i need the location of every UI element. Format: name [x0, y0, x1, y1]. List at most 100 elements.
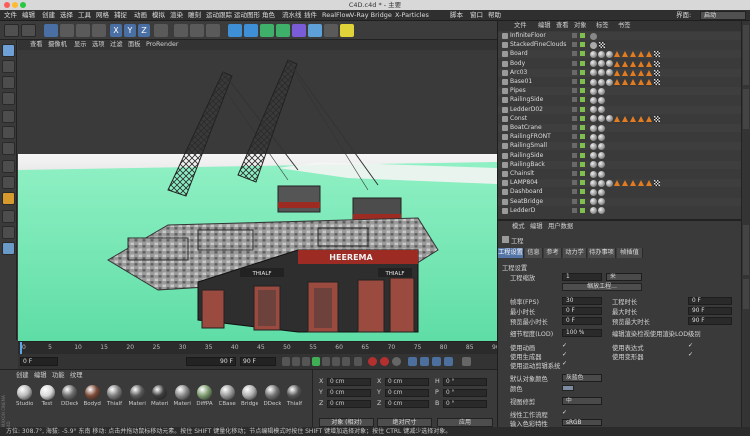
- menu-item[interactable]: X-Particles: [395, 10, 429, 21]
- visibility-toggle[interactable]: [580, 60, 585, 66]
- material-tag-icon[interactable]: [590, 60, 597, 68]
- object-menu-item[interactable]: 书签: [618, 21, 631, 31]
- layer-toggle[interactable]: [572, 143, 577, 149]
- selection-tag-icon[interactable]: [646, 51, 652, 58]
- make-editable-icon[interactable]: [2, 44, 15, 57]
- cube-object-icon[interactable]: [228, 24, 242, 37]
- play-icon[interactable]: [312, 357, 320, 366]
- material-tag-icon[interactable]: [590, 142, 597, 150]
- visibility-toggle[interactable]: [580, 125, 585, 130]
- selection-tag-icon[interactable]: [646, 79, 652, 85]
- next-frame-icon[interactable]: [322, 357, 330, 366]
- edges-mode-icon[interactable]: [2, 126, 15, 139]
- position-field[interactable]: 0 cm: [327, 378, 371, 386]
- attributes-tab[interactable]: 帧插值: [617, 248, 643, 258]
- material-tag-icon[interactable]: [590, 106, 597, 114]
- object-row[interactable]: StackedFineClouds: [498, 41, 742, 50]
- selection-tag-icon[interactable]: [614, 60, 620, 67]
- attributes-tab[interactable]: 工程设置: [498, 248, 524, 258]
- material-item[interactable]: Thialf: [106, 385, 123, 407]
- attributes-tab[interactable]: 动力学: [563, 248, 587, 258]
- object-row[interactable]: RailingBack: [498, 160, 742, 169]
- object-menu-item[interactable]: 查看: [556, 21, 569, 31]
- uvw-tag-icon[interactable]: [654, 79, 660, 85]
- material-tag-icon[interactable]: [590, 152, 597, 160]
- object-menu-item[interactable]: 编辑: [538, 21, 551, 31]
- model-mode-icon[interactable]: [2, 60, 15, 73]
- use-expressions-checkbox[interactable]: ✓: [688, 343, 694, 349]
- param-key-icon[interactable]: [444, 357, 453, 366]
- visibility-toggle[interactable]: [580, 51, 585, 57]
- material-item[interactable]: Thialf: [286, 385, 303, 407]
- selection-tag-icon[interactable]: [630, 69, 636, 76]
- selection-tag-icon[interactable]: [614, 69, 620, 76]
- material-item[interactable]: CBase: [219, 385, 236, 407]
- material-tag-icon[interactable]: [606, 115, 613, 123]
- material-tag-icon[interactable]: [590, 96, 597, 104]
- subdivision-icon[interactable]: [260, 24, 274, 37]
- visibility-toggle[interactable]: [580, 198, 585, 204]
- menu-item[interactable]: 动画: [134, 10, 147, 21]
- material-tag-icon[interactable]: [598, 69, 605, 77]
- object-menu-item[interactable]: 标签: [596, 21, 609, 31]
- viewport-menu-item[interactable]: 面板: [128, 40, 141, 50]
- viewport-menu-item[interactable]: 选项: [92, 40, 105, 50]
- selection-tag-icon[interactable]: [638, 79, 644, 85]
- rotation-field[interactable]: 0 °: [443, 389, 487, 397]
- material-item[interactable]: Test: [39, 385, 56, 407]
- material-tag-icon[interactable]: [598, 78, 605, 86]
- material-tag-icon[interactable]: [590, 50, 597, 58]
- material-tag-icon[interactable]: [598, 142, 605, 150]
- previous-frame-icon[interactable]: [302, 357, 310, 366]
- visibility-toggle[interactable]: [580, 106, 585, 112]
- selection-tag-icon[interactable]: [646, 69, 652, 76]
- material-menu-item[interactable]: 纹理: [70, 372, 83, 380]
- max-time-field[interactable]: 90 F: [688, 307, 732, 315]
- position-key-icon[interactable]: [408, 357, 417, 366]
- default-color-dropdown[interactable]: 灰蓝色: [562, 374, 602, 382]
- material-tag-icon[interactable]: [606, 179, 613, 187]
- lod-field[interactable]: 100 %: [562, 329, 602, 337]
- uvw-tag-icon[interactable]: [654, 60, 660, 67]
- material-tag-icon[interactable]: [598, 170, 605, 178]
- linear-workflow-checkbox[interactable]: ✓: [562, 410, 568, 416]
- rotation-key-icon[interactable]: [420, 357, 429, 366]
- grid-icon[interactable]: [2, 242, 15, 255]
- scale-project-button[interactable]: 缩放工程...: [562, 283, 642, 291]
- snap-icon[interactable]: [2, 192, 15, 205]
- z-axis-icon[interactable]: Z: [138, 24, 150, 37]
- size-field[interactable]: 0 cm: [385, 378, 429, 386]
- timeline-ruler[interactable]: 0 5 10 15 20 25 30 35 40 45 50 55 60 65 70 75 80 85 90: [18, 342, 500, 354]
- menu-item[interactable]: 插件: [304, 10, 317, 21]
- material-tag-icon[interactable]: [590, 170, 597, 178]
- visibility-toggle[interactable]: [580, 79, 585, 84]
- render-picture-viewer-icon[interactable]: [190, 24, 204, 37]
- material-tag-icon[interactable]: [598, 124, 605, 132]
- material-tag-icon[interactable]: [590, 188, 597, 196]
- material-tag-icon[interactable]: [598, 60, 605, 68]
- object-row[interactable]: Pipes: [498, 87, 742, 96]
- menu-item[interactable]: 角色: [262, 10, 275, 21]
- rotate-tool-icon[interactable]: [92, 24, 106, 37]
- uvw-tag-icon[interactable]: [654, 180, 660, 187]
- layer-toggle[interactable]: [572, 207, 577, 213]
- material-tag-icon[interactable]: [598, 87, 605, 95]
- symmetry-icon[interactable]: [2, 210, 15, 223]
- light-icon[interactable]: [340, 24, 354, 37]
- axis-mode-icon[interactable]: [2, 160, 15, 173]
- object-row[interactable]: RailingSmall: [498, 142, 742, 151]
- material-tag-icon[interactable]: [590, 124, 597, 132]
- position-field[interactable]: 0 cm: [327, 389, 371, 397]
- 3d-viewport[interactable]: HEEREMA THIALF THIALF: [18, 50, 497, 341]
- visibility-toggle[interactable]: [580, 42, 585, 48]
- visibility-toggle[interactable]: [580, 97, 585, 103]
- object-row[interactable]: Arc03: [498, 68, 742, 77]
- selection-tag-icon[interactable]: [622, 79, 628, 85]
- menu-item[interactable]: 流水线: [282, 10, 302, 21]
- tweak-mode-icon[interactable]: [2, 176, 15, 189]
- render-view-icon[interactable]: [174, 24, 188, 37]
- layer-toggle[interactable]: [572, 189, 577, 195]
- selection-tag-icon[interactable]: [630, 180, 636, 187]
- selection-tag-icon[interactable]: [614, 79, 620, 85]
- layer-toggle[interactable]: [572, 42, 577, 48]
